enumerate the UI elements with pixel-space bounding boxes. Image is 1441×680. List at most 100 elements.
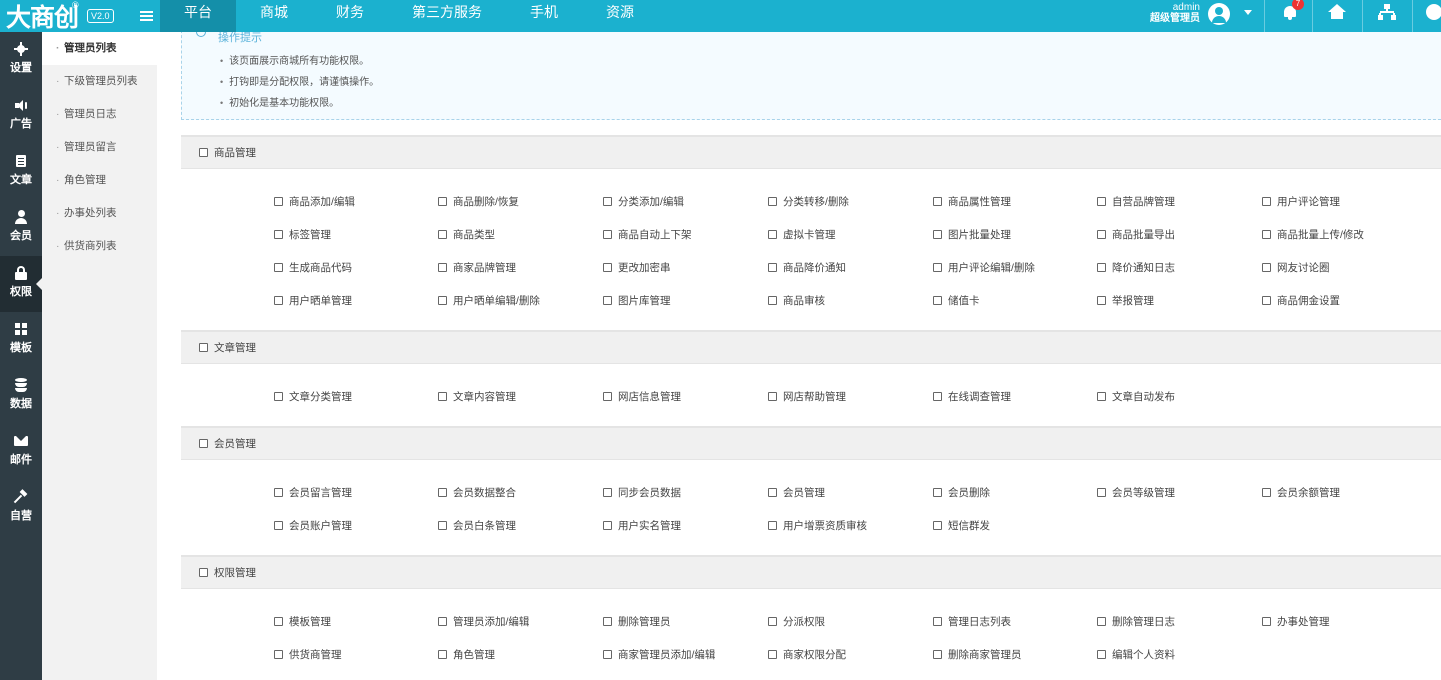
permission-checkbox[interactable]	[768, 391, 777, 401]
permission-option[interactable]: 删除商家管理员	[933, 648, 1022, 662]
section-checkbox[interactable]	[199, 567, 208, 577]
permission-option[interactable]: 自营品牌管理	[1097, 195, 1175, 209]
permission-checkbox[interactable]	[1097, 616, 1106, 626]
permission-option[interactable]: 商品自动上下架	[603, 228, 692, 242]
permission-checkbox[interactable]	[1262, 229, 1271, 239]
permission-checkbox[interactable]	[603, 487, 612, 497]
permission-checkbox[interactable]	[274, 487, 283, 497]
permission-checkbox[interactable]	[274, 196, 283, 206]
sidebar-item[interactable]: 文章	[0, 144, 42, 200]
permission-checkbox[interactable]	[768, 295, 777, 305]
permission-option[interactable]: 用户评论管理	[1262, 195, 1340, 209]
permission-option[interactable]: 会员数据整合	[438, 486, 516, 500]
permission-checkbox[interactable]	[933, 487, 942, 497]
permission-option[interactable]: 举报管理	[1097, 294, 1154, 308]
permission-checkbox[interactable]	[768, 196, 777, 206]
permission-checkbox[interactable]	[1097, 649, 1106, 659]
permission-option[interactable]: 短信群发	[933, 519, 990, 533]
permission-option[interactable]: 商家品牌管理	[438, 261, 516, 275]
permission-checkbox[interactable]	[933, 616, 942, 626]
sidebar-item[interactable]: 广告	[0, 88, 42, 144]
permission-option[interactable]: 商品批量导出	[1097, 228, 1175, 242]
permission-checkbox[interactable]	[438, 520, 447, 530]
permission-option[interactable]: 网店信息管理	[603, 390, 681, 404]
permission-option[interactable]: 网店帮助管理	[768, 390, 846, 404]
permission-option[interactable]: 分类添加/编辑	[603, 195, 684, 209]
permission-checkbox[interactable]	[274, 229, 283, 239]
permission-checkbox[interactable]	[933, 229, 942, 239]
permission-option[interactable]: 降价通知日志	[1097, 261, 1175, 275]
top-nav-item[interactable]: 财务	[312, 0, 388, 32]
sidebar-item[interactable]: 模板	[0, 312, 42, 368]
permission-checkbox[interactable]	[1262, 262, 1271, 272]
permission-checkbox[interactable]	[274, 520, 283, 530]
permission-option[interactable]: 会员删除	[933, 486, 990, 500]
permission-option[interactable]: 商家管理员添加/编辑	[603, 648, 715, 662]
permission-option[interactable]: 会员留言管理	[274, 486, 352, 500]
sidebar-item[interactable]: 数据	[0, 368, 42, 424]
permission-option[interactable]: 供货商管理	[274, 648, 342, 662]
permission-option[interactable]: 会员白条管理	[438, 519, 516, 533]
permission-checkbox[interactable]	[603, 196, 612, 206]
permission-option[interactable]: 更改加密串	[603, 261, 671, 275]
permission-option[interactable]: 管理日志列表	[933, 615, 1011, 629]
permission-checkbox[interactable]	[603, 229, 612, 239]
permission-option[interactable]: 图片库管理	[603, 294, 671, 308]
sidebar-item[interactable]: 自营	[0, 480, 42, 536]
permission-option[interactable]: 用户实名管理	[603, 519, 681, 533]
permission-checkbox[interactable]	[603, 649, 612, 659]
submenu-item[interactable]: 管理员留言	[42, 131, 157, 164]
permission-checkbox[interactable]	[438, 487, 447, 497]
permission-option[interactable]: 用户晒单管理	[274, 294, 352, 308]
permission-checkbox[interactable]	[274, 262, 283, 272]
permission-checkbox[interactable]	[768, 487, 777, 497]
permission-checkbox[interactable]	[274, 295, 283, 305]
permission-option[interactable]: 同步会员数据	[603, 486, 681, 500]
permission-checkbox[interactable]	[933, 649, 942, 659]
permission-option[interactable]: 办事处管理	[1262, 615, 1330, 629]
chevron-down-icon[interactable]	[1244, 10, 1252, 15]
permission-checkbox[interactable]	[603, 295, 612, 305]
permission-option[interactable]: 标签管理	[274, 228, 331, 242]
permission-checkbox[interactable]	[438, 229, 447, 239]
permission-checkbox[interactable]	[768, 229, 777, 239]
submenu-item[interactable]: 管理员列表	[42, 32, 157, 65]
permission-checkbox[interactable]	[274, 616, 283, 626]
top-nav-item[interactable]: 平台	[160, 0, 236, 32]
permission-option[interactable]: 模板管理	[274, 615, 331, 629]
permission-option[interactable]: 图片批量处理	[933, 228, 1011, 242]
permission-checkbox[interactable]	[1097, 196, 1106, 206]
submenu-item[interactable]: 管理员日志	[42, 98, 157, 131]
sidebar-item[interactable]: 设置	[0, 32, 42, 88]
sidebar-item[interactable]: 会员	[0, 200, 42, 256]
permission-checkbox[interactable]	[1097, 229, 1106, 239]
permission-option[interactable]: 会员账户管理	[274, 519, 352, 533]
permission-checkbox[interactable]	[438, 649, 447, 659]
permission-checkbox[interactable]	[438, 262, 447, 272]
sidebar-item[interactable]: 权限	[0, 256, 42, 312]
permission-checkbox[interactable]	[933, 262, 942, 272]
permission-option[interactable]: 商品删除/恢复	[438, 195, 519, 209]
permission-option[interactable]: 用户评论编辑/删除	[933, 261, 1035, 275]
submenu-item[interactable]: 办事处列表	[42, 197, 157, 230]
permission-option[interactable]: 用户晒单编辑/删除	[438, 294, 540, 308]
logo[interactable]: 大商创 ® V2.0	[6, 0, 156, 32]
permission-checkbox[interactable]	[438, 196, 447, 206]
permission-checkbox[interactable]	[768, 262, 777, 272]
permission-checkbox[interactable]	[933, 295, 942, 305]
permission-option[interactable]: 会员管理	[768, 486, 825, 500]
permission-option[interactable]: 在线调查管理	[933, 390, 1011, 404]
permission-option[interactable]: 商家权限分配	[768, 648, 846, 662]
permission-checkbox[interactable]	[603, 262, 612, 272]
permission-option[interactable]: 删除管理日志	[1097, 615, 1175, 629]
permission-checkbox[interactable]	[603, 520, 612, 530]
palette-icon[interactable]	[1426, 4, 1441, 20]
permission-option[interactable]: 商品类型	[438, 228, 495, 242]
avatar-icon[interactable]	[1208, 3, 1230, 25]
top-nav-item[interactable]: 资源	[582, 0, 658, 32]
permission-option[interactable]: 文章分类管理	[274, 390, 352, 404]
permission-checkbox[interactable]	[1097, 487, 1106, 497]
permission-checkbox[interactable]	[274, 391, 283, 401]
top-nav-item[interactable]: 商城	[236, 0, 312, 32]
permission-option[interactable]: 用户增票资质审核	[768, 519, 867, 533]
